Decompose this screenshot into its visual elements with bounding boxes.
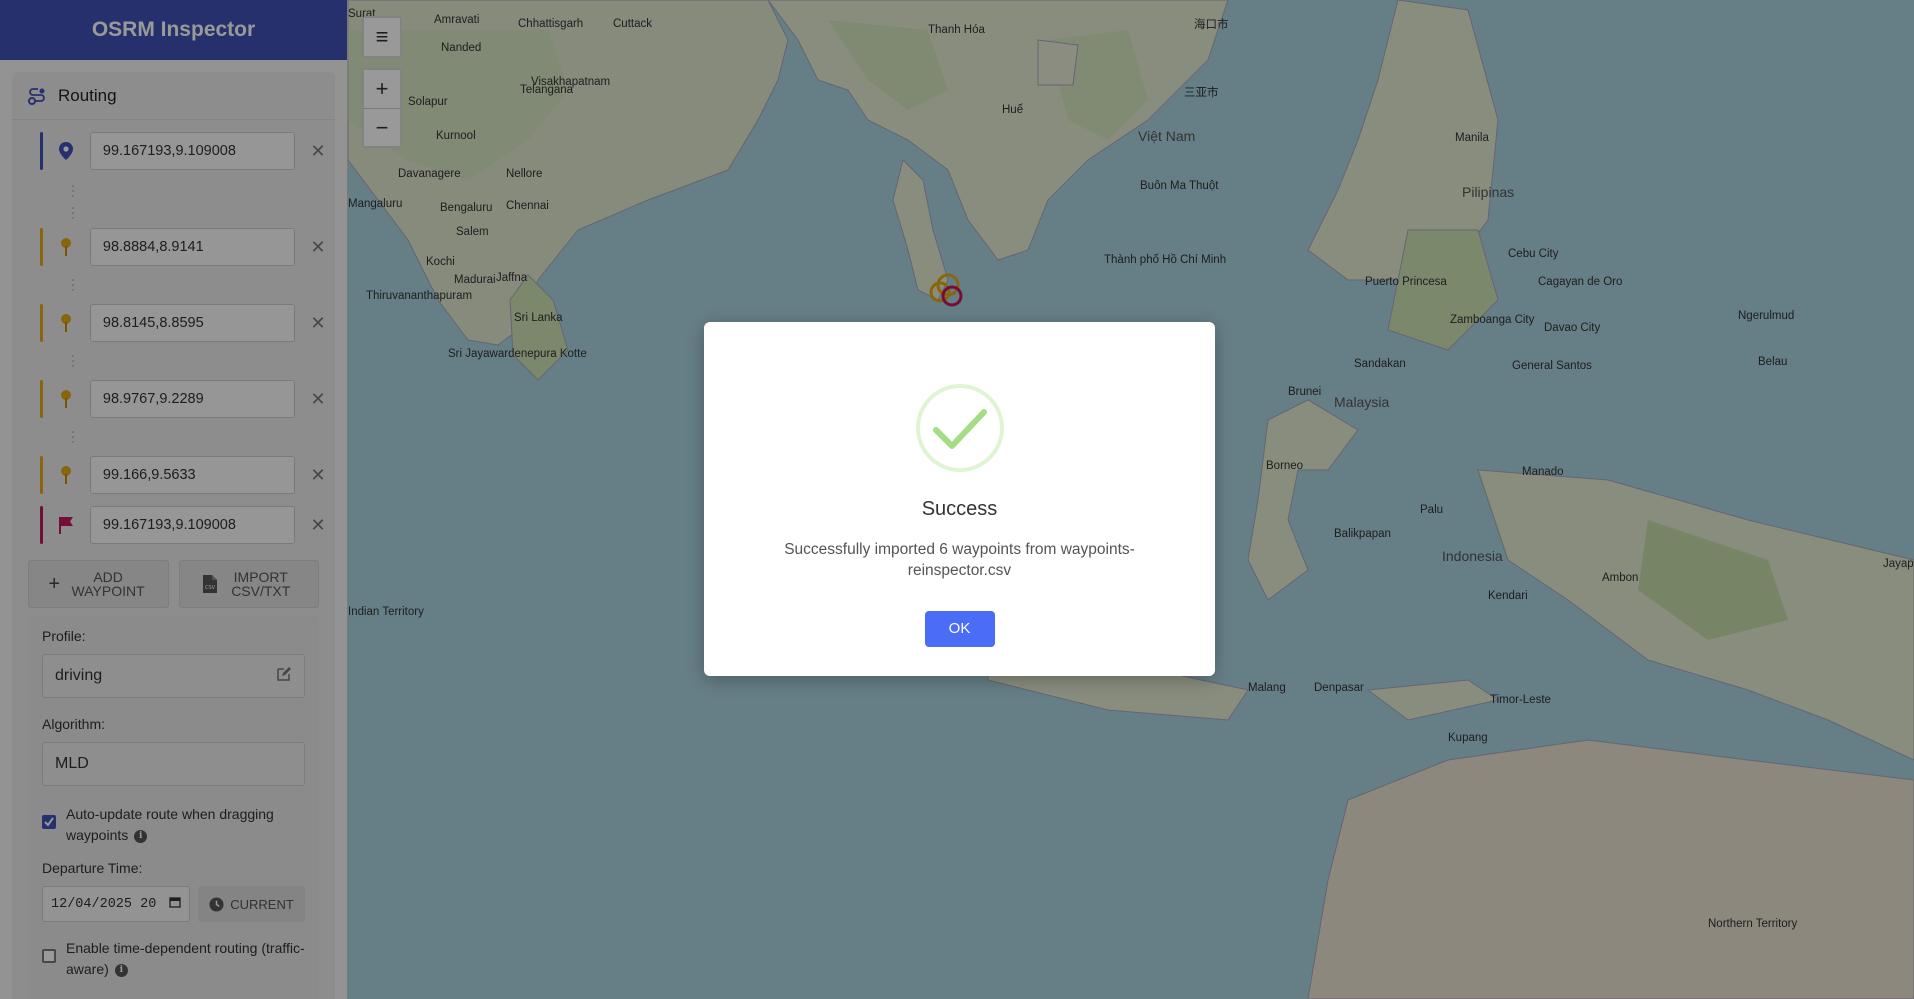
- ok-button[interactable]: OK: [924, 611, 995, 647]
- success-dialog: Success Successfully imported 6 waypoint…: [704, 322, 1215, 676]
- dialog-title: Success: [921, 498, 998, 520]
- dialog-message: Successfully imported 6 waypoints from w…: [784, 541, 1135, 579]
- success-check-icon: [915, 384, 1004, 472]
